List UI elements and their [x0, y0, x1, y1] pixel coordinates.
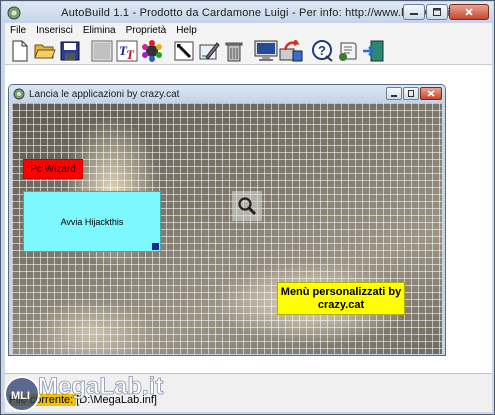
child-maximize-button[interactable] — [403, 87, 419, 100]
child-title-bar[interactable]: Lancia le applicazioni by crazy.cat — [9, 85, 445, 103]
child-minimize-button[interactable] — [386, 87, 402, 100]
child-window-title: Lancia le applicazioni by crazy.cat — [29, 88, 180, 100]
resize-handle[interactable] — [152, 243, 159, 250]
new-file-icon — [12, 40, 27, 61]
help-button[interactable]: ? — [310, 38, 335, 64]
title-bar[interactable]: AutoBuild 1.1 - Prodotto da Cardamone Lu… — [2, 2, 493, 23]
new-file-button[interactable] — [7, 38, 32, 64]
save-button[interactable] — [57, 38, 82, 64]
child-app-icon — [13, 88, 25, 100]
delete-button[interactable] — [221, 38, 246, 64]
magnifier-icon — [238, 197, 257, 216]
color-palette-icon — [141, 39, 162, 62]
pc-wizard-button[interactable]: Pc Wizard — [23, 159, 83, 179]
trash-icon — [225, 42, 242, 61]
child-close-button[interactable] — [420, 87, 442, 100]
run-program-icon — [279, 39, 302, 61]
custom-menu-button[interactable]: Menù personalizzati by crazy.cat — [277, 282, 405, 315]
svg-text:?: ? — [318, 43, 326, 58]
watermark-text: MegaLab.it — [38, 373, 163, 400]
hijackthis-label: Avvia Hijackthis — [60, 216, 124, 227]
zoom-button[interactable] — [232, 191, 262, 221]
open-folder-icon — [33, 44, 56, 58]
edit-image-icon — [199, 41, 220, 60]
color-button[interactable] — [139, 38, 164, 64]
minimize-icon — [410, 13, 418, 15]
toolbar: TT ? — [5, 37, 492, 65]
font-button[interactable]: TT — [114, 38, 139, 64]
maximize-icon — [408, 90, 414, 97]
watermark-badge: MLI — [11, 390, 30, 402]
app-icon — [7, 6, 21, 19]
maximize-button[interactable] — [426, 4, 448, 20]
close-button[interactable] — [449, 4, 489, 20]
font-tt-icon: TT — [116, 40, 137, 62]
monitor-button[interactable] — [253, 38, 278, 64]
save-disk-icon — [60, 41, 79, 60]
gray-square-icon — [91, 40, 112, 61]
close-icon — [427, 90, 435, 97]
svg-text:T: T — [126, 47, 135, 62]
exit-button[interactable] — [360, 38, 385, 64]
megalab-watermark: MLI MegaLab.it — [4, 373, 164, 412]
info-scroll-icon — [338, 42, 356, 61]
minimize-icon — [391, 94, 397, 97]
hijackthis-button[interactable]: Avvia Hijackthis — [23, 191, 161, 252]
pick-tool-icon — [174, 41, 193, 60]
edit-image-button[interactable] — [196, 38, 221, 64]
menu-elimina[interactable]: Elimina — [78, 25, 121, 36]
exit-door-icon — [362, 40, 383, 61]
info-button[interactable] — [335, 38, 360, 64]
child-window: Lancia le applicazioni by crazy.cat Pc W… — [8, 84, 446, 356]
run-program-button[interactable] — [278, 38, 303, 64]
maximize-icon — [433, 8, 441, 16]
monitor-icon — [254, 40, 277, 61]
pick-tool-button[interactable] — [171, 38, 196, 64]
help-icon: ? — [311, 39, 333, 62]
menu-inserisci[interactable]: Inserisci — [31, 25, 78, 36]
gray-tool-button[interactable] — [89, 38, 114, 64]
close-icon — [465, 8, 473, 16]
design-canvas[interactable]: Pc Wizard Avvia Hijackthis Menù personal… — [12, 103, 442, 354]
menu-proprieta[interactable]: Proprietà — [121, 25, 172, 36]
menu-file[interactable]: File — [5, 25, 31, 36]
open-folder-button[interactable] — [32, 38, 57, 64]
menu-bar: File Inserisci Elimina Proprietà Help — [5, 23, 492, 37]
minimize-button[interactable] — [403, 4, 425, 20]
menu-help[interactable]: Help — [171, 25, 202, 36]
